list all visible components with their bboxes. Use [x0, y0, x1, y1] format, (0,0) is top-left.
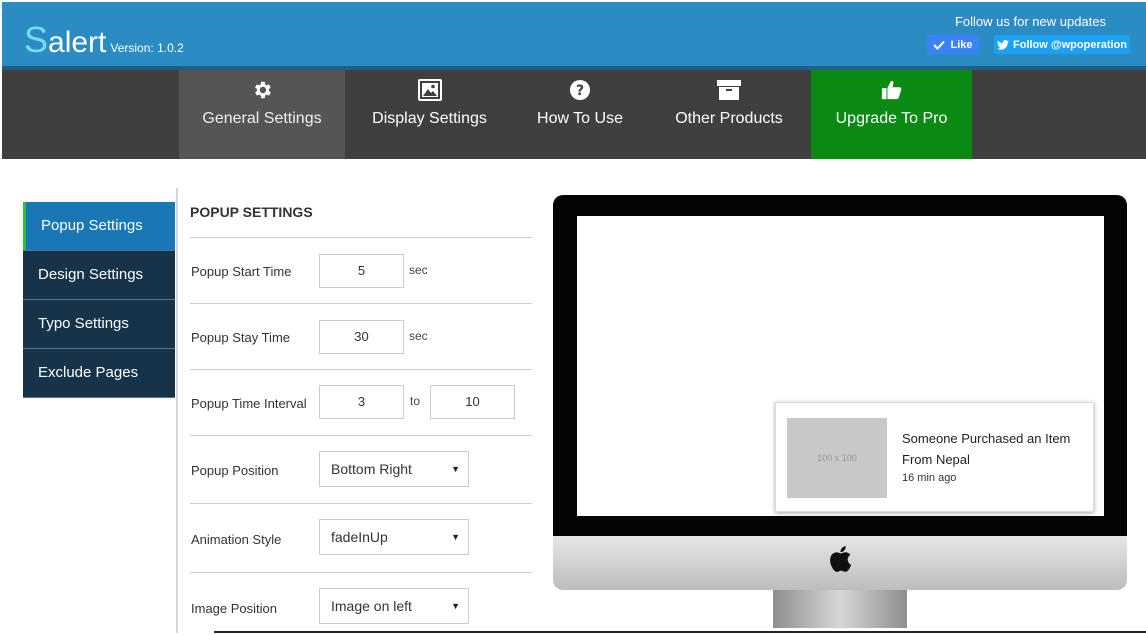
- thumbs-up-icon: [881, 80, 901, 100]
- stay-time-unit: sec: [409, 329, 428, 343]
- stay-time-row: Popup Stay Time 30 sec: [190, 304, 532, 370]
- divider: [176, 188, 178, 633]
- tab-label: Display Settings: [372, 110, 487, 127]
- position-label: Popup Position: [191, 463, 279, 478]
- settings-sidebar: Popup Settings Design Settings Typo Sett…: [23, 202, 175, 398]
- stay-time-label: Popup Stay Time: [191, 330, 290, 345]
- dropdown-arrow-icon: ▼: [451, 601, 460, 611]
- twitter-label: Follow @wpoperation: [1013, 38, 1127, 51]
- archive-icon: [717, 80, 741, 100]
- start-time-label: Popup Start Time: [191, 264, 292, 279]
- app-logo: Salert Version: 1.0.2: [24, 20, 184, 68]
- version-label: Version: 1.0.2: [110, 41, 184, 55]
- animation-row: Animation Style fadeInUp ▼: [190, 504, 532, 573]
- product-thumbnail: 100 x 100: [787, 418, 887, 498]
- check-icon: [933, 40, 946, 50]
- tab-label: Upgrade To Pro: [835, 110, 948, 127]
- main-nav: General Settings Display Settings ? How …: [2, 66, 1146, 159]
- image-position-row: Image Position Image on left ▼: [190, 573, 532, 635]
- image-position-value: Image on left: [331, 598, 412, 614]
- sidebar-item-popup-settings[interactable]: Popup Settings: [23, 202, 175, 251]
- animation-label: Animation Style: [191, 532, 282, 547]
- popup-settings-form: POPUP SETTINGS Popup Start Time 5 sec Po…: [190, 190, 532, 635]
- position-value: Bottom Right: [331, 461, 412, 477]
- twitter-bird-icon: [997, 39, 1009, 50]
- position-row: Popup Position Bottom Right ▼: [190, 436, 532, 504]
- tab-other-products[interactable]: Other Products: [659, 70, 799, 159]
- tab-label: General Settings: [202, 110, 322, 127]
- follow-text: Follow us for new updates: [954, 14, 1106, 29]
- tab-how-to-use[interactable]: ? How To Use: [527, 70, 633, 159]
- animation-value: fadeInUp: [331, 529, 388, 545]
- interval-to-input[interactable]: 10: [430, 385, 515, 419]
- start-time-row: Popup Start Time 5 sec: [190, 238, 532, 304]
- logo-initial: S: [24, 19, 49, 60]
- dropdown-arrow-icon: ▼: [451, 532, 460, 542]
- gear-icon: [255, 81, 271, 99]
- tab-label: How To Use: [537, 110, 623, 127]
- header-bar: Salert Version: 1.0.2 Follow us for new u…: [2, 2, 1146, 66]
- position-select[interactable]: Bottom Right ▼: [319, 451, 469, 487]
- time-interval-row: Popup Time Interval 3 to 10: [190, 370, 532, 436]
- apple-logo-icon: [830, 546, 852, 572]
- image-position-label: Image Position: [191, 601, 277, 616]
- dropdown-arrow-icon: ▼: [451, 464, 460, 474]
- sidebar-item-exclude-pages[interactable]: Exclude Pages: [23, 349, 175, 398]
- sidebar-item-typo-settings[interactable]: Typo Settings: [23, 300, 175, 349]
- sales-popup-preview: 100 x 100 Someone Purchased an Item From…: [775, 402, 1094, 512]
- svg-text:?: ?: [576, 83, 584, 99]
- preview-monitor: [553, 195, 1127, 628]
- popup-time: 16 min ago: [902, 472, 957, 484]
- image-position-select[interactable]: Image on left ▼: [319, 588, 469, 624]
- twitter-follow-button[interactable]: Follow @wpoperation: [994, 35, 1130, 54]
- time-interval-label: Popup Time Interval: [191, 396, 307, 411]
- section-title: POPUP SETTINGS: [190, 190, 532, 238]
- tab-display-settings[interactable]: Display Settings: [357, 70, 502, 159]
- stay-time-input[interactable]: 30: [319, 320, 404, 354]
- tab-upgrade-to-pro[interactable]: Upgrade To Pro: [811, 70, 972, 159]
- image-icon: [417, 79, 442, 101]
- sidebar-item-design-settings[interactable]: Design Settings: [23, 251, 175, 300]
- interval-from-input[interactable]: 3: [319, 385, 404, 419]
- logo-text: alert: [48, 26, 107, 59]
- interval-to-label: to: [410, 394, 421, 408]
- tab-label: Other Products: [675, 110, 783, 127]
- popup-message: Someone Purchased an Item From Nepal: [902, 431, 1071, 467]
- question-icon: ?: [570, 80, 590, 100]
- like-label: Like: [950, 38, 973, 51]
- monitor-stand: [773, 590, 907, 628]
- tab-general-settings[interactable]: General Settings: [179, 70, 345, 159]
- animation-select[interactable]: fadeInUp ▼: [319, 519, 469, 555]
- start-time-input[interactable]: 5: [319, 254, 404, 288]
- facebook-like-button[interactable]: Like: [927, 35, 979, 54]
- start-time-unit: sec: [409, 263, 428, 277]
